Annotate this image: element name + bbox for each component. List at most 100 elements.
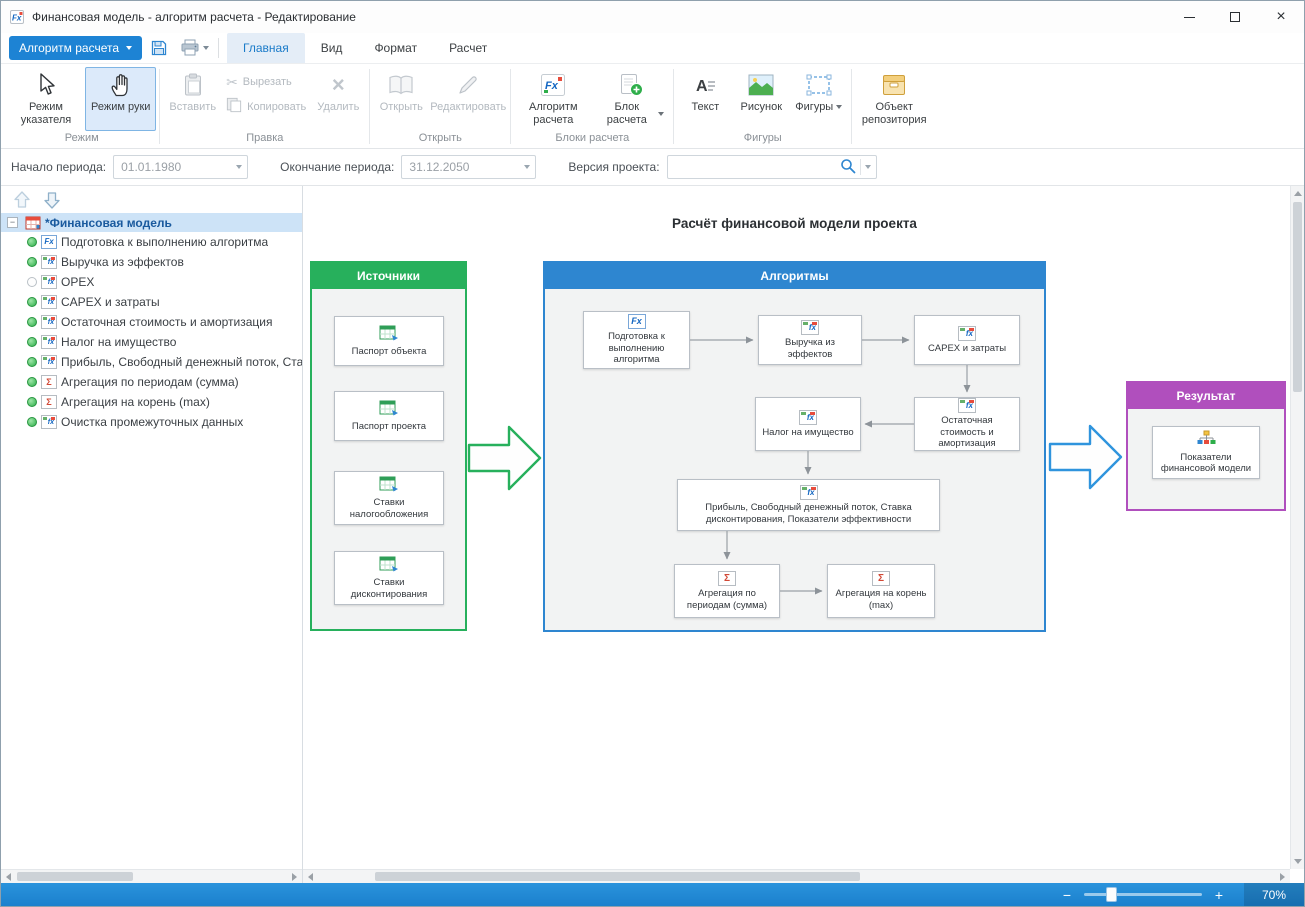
- start-period-label: Начало периода:: [11, 160, 106, 174]
- move-down-button[interactable]: [43, 190, 61, 210]
- copy-button[interactable]: Копировать: [226, 97, 306, 116]
- scroll-left-icon[interactable]: [308, 873, 313, 881]
- table-fx-icon: fx: [801, 320, 819, 335]
- tree-item[interactable]: fx CAPEX и затраты: [1, 292, 302, 312]
- source-node-passport-project[interactable]: Паспорт проекта: [334, 391, 444, 441]
- tree-root-item[interactable]: − *Финансовая модель: [1, 213, 302, 232]
- tab-format[interactable]: Формат: [358, 33, 433, 63]
- model-indicators-icon: [1196, 430, 1216, 449]
- close-button[interactable]: ×: [1258, 1, 1304, 33]
- table-fx-icon: fx: [41, 275, 57, 289]
- application-menu-button[interactable]: Алгоритм расчета: [9, 36, 142, 60]
- tree-horizontal-scrollbar[interactable]: [1, 869, 302, 883]
- calc-algorithm-button[interactable]: Fx Алгоритм расчета: [514, 67, 592, 131]
- tree-item[interactable]: Σ Агрегация по периодам (сумма): [1, 372, 302, 392]
- tree-item[interactable]: fx Прибыль, Свободный денежный поток, Ст…: [1, 352, 302, 372]
- tab-raschet[interactable]: Расчет: [433, 33, 503, 63]
- hand-mode-button[interactable]: Режим руки: [85, 67, 156, 131]
- scrollbar-thumb[interactable]: [1293, 202, 1302, 392]
- source-node-tax-rates[interactable]: Ставки налогообложения: [334, 471, 444, 525]
- tree-item[interactable]: Fx Подготовка к выполнению алгоритма: [1, 232, 302, 252]
- tree-item[interactable]: fx Очистка промежуточных данных: [1, 412, 302, 432]
- canvas-horizontal-scrollbar[interactable]: [303, 869, 1290, 883]
- edit-button[interactable]: Редактировать: [429, 67, 507, 131]
- project-version-input[interactable]: [675, 160, 836, 174]
- minimize-button[interactable]: [1166, 1, 1212, 33]
- start-period-input[interactable]: [121, 160, 232, 174]
- algorithm-node-capex[interactable]: fx CAPEX и затраты: [914, 315, 1020, 365]
- separator: [673, 69, 674, 144]
- status-empty-icon: [27, 277, 37, 287]
- scroll-left-icon[interactable]: [6, 873, 11, 881]
- algorithm-node-revenue[interactable]: fx Выручка из эффектов: [758, 315, 862, 365]
- print-button[interactable]: [176, 36, 212, 60]
- tree-item[interactable]: fx Налог на имущество: [1, 332, 302, 352]
- tree-toolbar: [1, 186, 302, 213]
- cut-button[interactable]: ✂ Вырезать: [226, 75, 306, 89]
- ribbon-group-open: Открыть Редактировать Открыть: [373, 67, 507, 148]
- tab-glavnaya[interactable]: Главная: [227, 33, 305, 63]
- repository-object-button[interactable]: Объект репозитория: [855, 67, 933, 131]
- algorithm-node-preparation[interactable]: Fx Подготовка к выполнению алгоритма: [583, 311, 690, 369]
- pointer-mode-button[interactable]: Режим указателя: [7, 67, 85, 131]
- algorithms-header: Алгоритмы: [545, 263, 1044, 289]
- shapes-button[interactable]: Фигуры: [789, 67, 848, 131]
- move-up-button[interactable]: [13, 190, 31, 210]
- sources-container[interactable]: Источники Паспорт объекта Паспорт проект…: [310, 261, 467, 631]
- start-period-field[interactable]: [113, 155, 248, 179]
- ribbon-group-label: Режим: [7, 131, 156, 148]
- separator: [159, 69, 160, 144]
- zoom-out-button[interactable]: −: [1056, 888, 1078, 902]
- algorithm-node-residual[interactable]: fx Остаточная стоимость и амортизация: [914, 397, 1020, 451]
- scroll-up-icon[interactable]: [1294, 191, 1302, 196]
- scrollbar-thumb[interactable]: [17, 872, 133, 881]
- algorithm-node-profit[interactable]: fx Прибыль, Свободный денежный поток, Ст…: [677, 479, 940, 531]
- tab-vid[interactable]: Вид: [305, 33, 359, 63]
- save-icon: [150, 39, 168, 57]
- delete-button[interactable]: × Удалить: [310, 67, 366, 131]
- ribbon-group-repository: Объект репозитория: [855, 67, 933, 148]
- calc-block-button[interactable]: Блок расчета: [592, 67, 670, 131]
- status-green-icon: [27, 377, 37, 387]
- open-button[interactable]: Открыть: [373, 67, 429, 131]
- picture-button[interactable]: Рисунок: [733, 67, 789, 131]
- tree-expander-icon[interactable]: −: [7, 217, 18, 228]
- algorithm-node-aggregation-periods[interactable]: Σ Агрегация по периодам (сумма): [674, 564, 780, 618]
- source-node-passport-object[interactable]: Паспорт объекта: [334, 316, 444, 366]
- paste-button[interactable]: Вставить: [163, 67, 222, 131]
- repository-object-icon: [881, 72, 907, 98]
- tree-item[interactable]: fx OPEX: [1, 272, 302, 292]
- chevron-down-icon[interactable]: [865, 165, 871, 169]
- canvas-vertical-scrollbar[interactable]: [1290, 186, 1304, 869]
- source-node-discount-rates[interactable]: Ставки дисконтирования: [334, 551, 444, 605]
- algorithm-node-property-tax[interactable]: fx Налог на имущество: [755, 397, 861, 451]
- zoom-in-button[interactable]: +: [1208, 888, 1230, 902]
- project-version-field[interactable]: [667, 155, 877, 179]
- scroll-down-icon[interactable]: [1294, 859, 1302, 864]
- tree-item[interactable]: fx Выручка из эффектов: [1, 252, 302, 272]
- chevron-down-icon[interactable]: [236, 165, 242, 169]
- scroll-right-icon[interactable]: [1280, 873, 1285, 881]
- scrollbar-thumb[interactable]: [375, 872, 860, 881]
- zoom-slider[interactable]: [1084, 893, 1202, 896]
- picture-icon: [748, 72, 774, 98]
- scroll-right-icon[interactable]: [292, 873, 297, 881]
- tree-item[interactable]: fx Остаточная стоимость и амортизация: [1, 312, 302, 332]
- result-container[interactable]: Результат Показатели финансовой модели: [1126, 381, 1286, 511]
- status-green-icon: [27, 337, 37, 347]
- search-icon[interactable]: [840, 158, 856, 177]
- tree-root-label: *Финансовая модель: [45, 216, 172, 230]
- diagram-canvas[interactable]: Расчёт финансовой модели проекта Источни…: [303, 186, 1304, 883]
- table-fx-icon: fx: [41, 255, 57, 269]
- text-button[interactable]: A Текст: [677, 67, 733, 131]
- algorithm-node-aggregation-root[interactable]: Σ Агрегация на корень (max): [827, 564, 935, 618]
- tree-item[interactable]: Σ Агрегация на корень (max): [1, 392, 302, 412]
- ribbon-group-label: [855, 131, 933, 148]
- end-period-input[interactable]: [409, 160, 520, 174]
- save-button[interactable]: [146, 36, 172, 60]
- maximize-button[interactable]: [1212, 1, 1258, 33]
- end-period-field[interactable]: [401, 155, 536, 179]
- result-node-indicators[interactable]: Показатели финансовой модели: [1152, 426, 1260, 479]
- zoom-slider-thumb[interactable]: [1106, 887, 1117, 902]
- chevron-down-icon[interactable]: [524, 165, 530, 169]
